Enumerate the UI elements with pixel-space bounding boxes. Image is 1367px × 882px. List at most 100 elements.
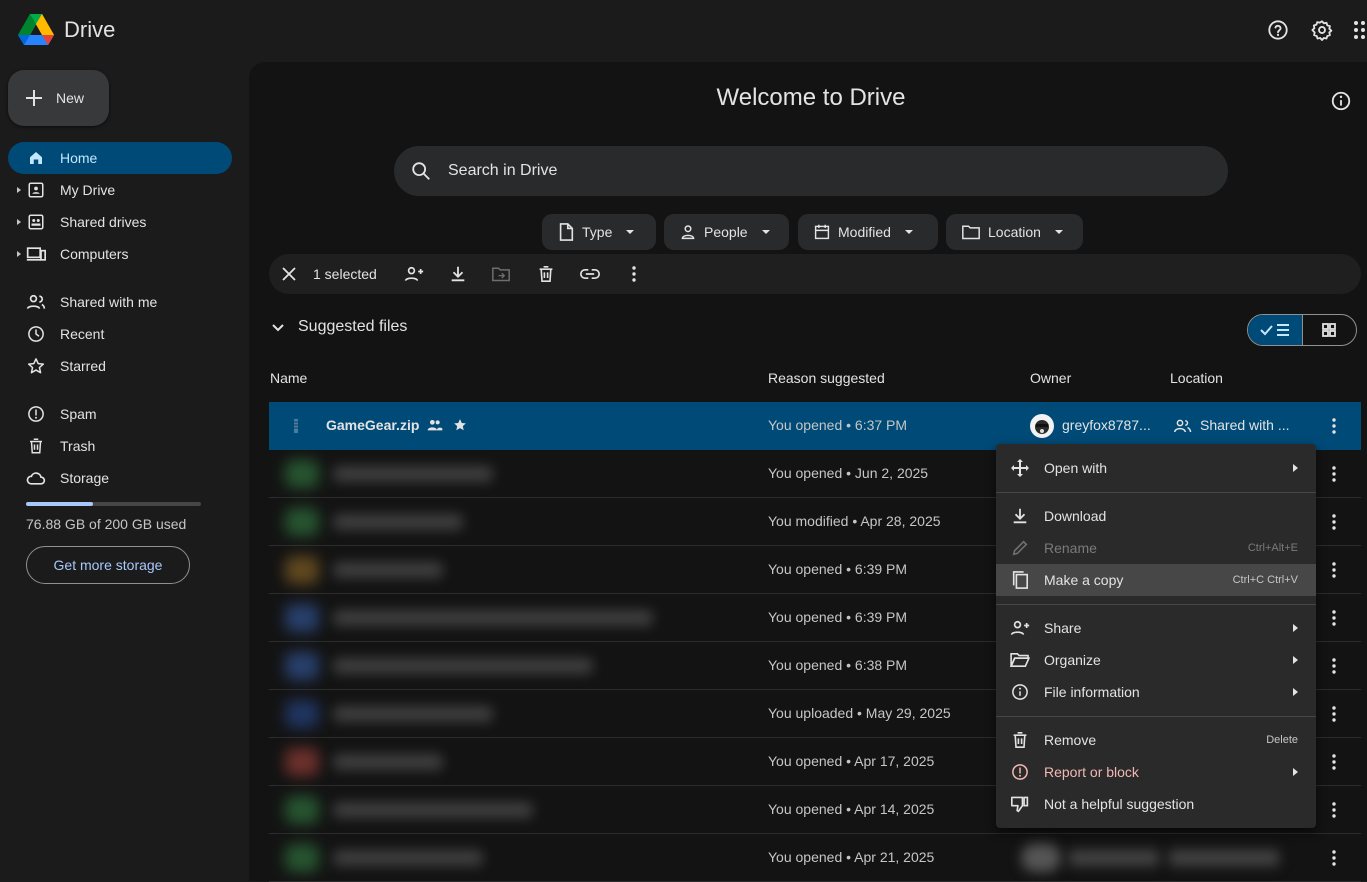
menu-item-label: Report or block [1044, 764, 1139, 780]
blurred-file-icon [285, 748, 319, 776]
expand-caret-icon[interactable] [17, 187, 21, 193]
blurred-file-icon [285, 844, 319, 872]
sidebar-item-computers[interactable]: Computers [8, 238, 232, 270]
expand-caret-icon[interactable] [17, 219, 21, 225]
share-icon [1010, 618, 1030, 638]
menu-item-share[interactable]: Share [996, 612, 1316, 644]
filter-type[interactable]: Type [542, 214, 656, 250]
apps-grid-icon[interactable] [1352, 18, 1366, 42]
filter-modified[interactable]: Modified [798, 214, 938, 250]
clear-selection-icon[interactable] [278, 262, 300, 286]
search-input[interactable] [446, 161, 1150, 181]
row-more-icon[interactable] [1323, 846, 1345, 870]
reason-suggested: You opened • 6:39 PM [768, 609, 908, 625]
sidebar-item-my-drive[interactable]: My Drive [8, 174, 232, 206]
shared-location-icon [1174, 419, 1192, 433]
move-to-folder-icon[interactable] [490, 262, 512, 286]
sidebar-item-starred[interactable]: Starred [8, 350, 232, 382]
menu-item-label: Download [1044, 508, 1107, 524]
filter-location[interactable]: Location [946, 214, 1083, 250]
folder-open-icon [1010, 650, 1030, 670]
new-button-label: New [56, 90, 85, 106]
sidebar-item-storage[interactable]: Storage [8, 462, 232, 494]
row-more-icon[interactable] [1323, 702, 1345, 726]
trash-icon [1010, 730, 1030, 750]
blurred-file-icon [285, 604, 319, 632]
storage-usage-fill [26, 502, 94, 506]
blurred-file-name [333, 658, 593, 674]
download-icon[interactable] [447, 262, 469, 286]
context-menu: Open with Download Rename Ctrl+Alt+E Mak… [996, 444, 1316, 828]
reason-suggested: You opened • Apr 21, 2025 [768, 849, 935, 865]
blurred-file-name [333, 610, 653, 626]
submenu-arrow-icon [1293, 656, 1298, 664]
sidebar-item-trash[interactable]: Trash [8, 430, 232, 462]
drive-logo-icon[interactable] [18, 13, 54, 47]
get-more-storage-button[interactable]: Get more storage [26, 546, 190, 584]
menu-item-label: File information [1044, 684, 1140, 700]
suggested-files-header[interactable]: Suggested files [270, 318, 407, 336]
expand-caret-icon[interactable] [17, 251, 21, 257]
copy-link-icon[interactable] [579, 262, 601, 286]
row-more-icon[interactable] [1323, 558, 1345, 582]
table-row-selected[interactable]: GameGear.zip You opened • 6:37 PM greyfo… [269, 402, 1361, 450]
row-more-icon[interactable] [1323, 798, 1345, 822]
trash-icon [26, 436, 46, 456]
reason-suggested: You opened • Apr 14, 2025 [768, 801, 935, 817]
reason-suggested: You uploaded • May 29, 2025 [768, 705, 951, 721]
row-more-icon[interactable] [1323, 462, 1345, 486]
page-title: Welcome to Drive [716, 84, 906, 111]
row-more-icon[interactable] [1323, 414, 1345, 438]
new-button[interactable]: New [8, 70, 109, 126]
menu-item-file-information[interactable]: File information [996, 676, 1316, 708]
column-header-location: Location [1170, 370, 1223, 386]
sidebar-item-recent[interactable]: Recent [8, 318, 232, 350]
share-add-person-icon[interactable] [403, 262, 425, 286]
computers-icon [26, 244, 46, 264]
filter-label: Modified [838, 224, 891, 240]
sidebar-item-shared-drives[interactable]: Shared drives [8, 206, 232, 238]
sidebar-item-label: Shared with me [60, 294, 158, 310]
blurred-file-name [333, 466, 493, 482]
file-location: Shared with ... [1200, 417, 1290, 433]
dropdown-arrow-icon [904, 230, 913, 234]
menu-item-make-a-copy[interactable]: Make a copy Ctrl+C Ctrl+V [996, 564, 1316, 596]
menu-item-organize[interactable]: Organize [996, 644, 1316, 676]
filter-people[interactable]: People [664, 214, 789, 250]
plus-icon [24, 88, 44, 108]
menu-item-not-helpful[interactable]: Not a helpful suggestion [996, 788, 1316, 820]
table-row[interactable]: You opened • Apr 21, 2025 [269, 834, 1361, 882]
trash-icon[interactable] [535, 262, 557, 286]
menu-item-report-or-block[interactable]: Report or block [996, 756, 1316, 788]
menu-item-remove[interactable]: Remove Delete [996, 724, 1316, 756]
row-more-icon[interactable] [1323, 510, 1345, 534]
grid-view-button[interactable] [1301, 315, 1357, 345]
sidebar-item-spam[interactable]: Spam [8, 398, 232, 430]
row-more-icon[interactable] [1323, 654, 1345, 678]
more-actions-icon[interactable] [623, 262, 645, 286]
thumbs-down-icon [1010, 794, 1030, 814]
search-bar[interactable] [394, 146, 1228, 196]
row-more-icon[interactable] [1323, 750, 1345, 774]
menu-shortcut: Delete [1266, 734, 1298, 746]
gear-icon[interactable] [1310, 18, 1334, 42]
list-view-button[interactable] [1248, 315, 1302, 345]
sidebar-item-home[interactable]: Home [8, 142, 232, 174]
column-header-name[interactable]: Name [270, 370, 307, 386]
sidebar-item-label: Home [60, 150, 98, 166]
menu-item-download[interactable]: Download [996, 500, 1316, 532]
sidebar-item-shared-with-me[interactable]: Shared with me [8, 286, 232, 318]
search-icon[interactable] [410, 160, 432, 182]
row-more-icon[interactable] [1323, 606, 1345, 630]
menu-item-open-with[interactable]: Open with [996, 452, 1316, 484]
starred-icon[interactable] [453, 418, 467, 432]
info-icon[interactable] [1330, 90, 1352, 112]
help-icon[interactable] [1266, 18, 1290, 42]
menu-divider [996, 492, 1316, 493]
submenu-arrow-icon [1293, 768, 1298, 776]
file-icon [558, 223, 574, 241]
menu-item-label: Organize [1044, 652, 1101, 668]
cloud-icon [26, 468, 46, 488]
menu-item-rename: Rename Ctrl+Alt+E [996, 532, 1316, 564]
person-icon [680, 224, 696, 240]
